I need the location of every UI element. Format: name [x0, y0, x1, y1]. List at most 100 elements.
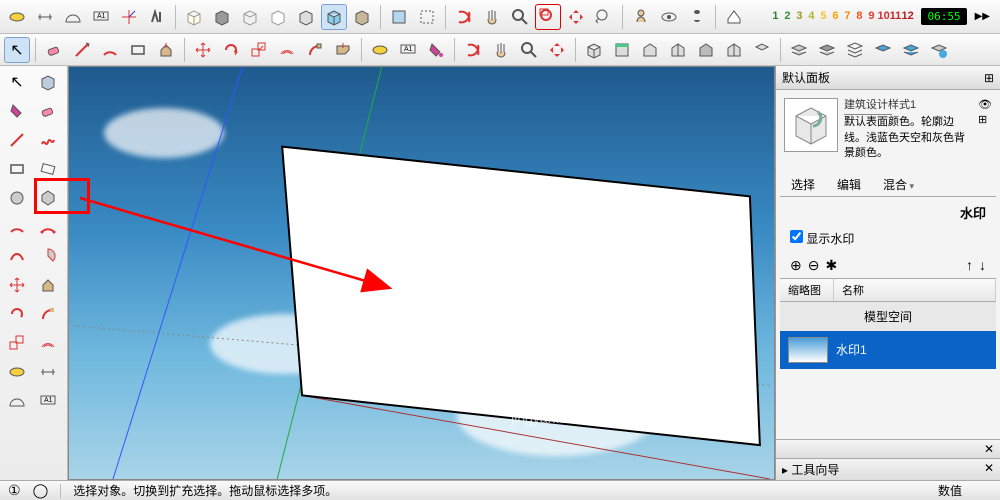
tool-rect-lt[interactable]	[2, 155, 32, 183]
tool-scale-tb[interactable]	[246, 37, 272, 63]
tool-move-tb[interactable]	[190, 37, 216, 63]
tool-box-5[interactable]	[293, 4, 319, 30]
user-icon[interactable]: ◯	[33, 482, 49, 499]
tab-edit[interactable]: 编辑	[826, 172, 872, 196]
tool-axes[interactable]	[116, 4, 142, 30]
tool-dim-lt[interactable]	[33, 358, 63, 386]
tool-zoom-main[interactable]	[507, 4, 533, 30]
tool-offset-lt[interactable]	[33, 329, 63, 357]
col-thumbnail[interactable]: 缩略图	[780, 279, 834, 301]
tool-eraser-sm[interactable]	[41, 37, 67, 63]
list-row-watermark1[interactable]: 水印1	[780, 331, 996, 369]
tool-xray[interactable]	[386, 4, 412, 30]
tool-circle-lt[interactable]	[2, 184, 32, 212]
tool-rotate-lt[interactable]	[2, 300, 32, 328]
tool-3ptarc[interactable]	[2, 242, 32, 270]
view-top[interactable]	[609, 37, 635, 63]
tool-walk[interactable]	[684, 4, 710, 30]
add-watermark-icon[interactable]: ⊕	[790, 257, 802, 274]
view-iso[interactable]	[581, 37, 607, 63]
style-thumbnail[interactable]	[784, 98, 838, 152]
tool-3dtext[interactable]	[144, 4, 170, 30]
tool-move-lt[interactable]	[2, 271, 32, 299]
tool-pushpull-lt[interactable]	[33, 271, 63, 299]
close-icon[interactable]: ✕	[984, 461, 994, 478]
tool-section[interactable]	[721, 4, 747, 30]
tool-box-shaded[interactable]	[321, 4, 347, 30]
tool-scale-lt[interactable]	[2, 329, 32, 357]
settings-watermark-icon[interactable]: ✱	[825, 257, 837, 274]
list-row-model-space[interactable]: 模型空间	[780, 302, 996, 331]
layer-2[interactable]	[814, 37, 840, 63]
style-new-icon[interactable]: ⊞	[978, 113, 992, 126]
view-right[interactable]	[665, 37, 691, 63]
remove-watermark-icon[interactable]: ⊖	[808, 257, 820, 274]
tool-box-2[interactable]	[209, 4, 235, 30]
view-back[interactable]	[693, 37, 719, 63]
tool-select-lt[interactable]	[2, 68, 32, 96]
panel-collapse-toolguide[interactable]: ▸ 工具向导 ✕	[776, 458, 1000, 480]
layer-3[interactable]	[842, 37, 868, 63]
tool-box-4[interactable]	[265, 4, 291, 30]
tool-tape[interactable]	[4, 4, 30, 30]
layer-4[interactable]	[870, 37, 896, 63]
tool-offset-tb[interactable]	[274, 37, 300, 63]
tool-arc-tb[interactable]	[97, 37, 123, 63]
layer-5[interactable]	[898, 37, 924, 63]
tool-look-around[interactable]	[656, 4, 682, 30]
tool-pushpull-tb[interactable]	[153, 37, 179, 63]
tool-pan-main[interactable]	[479, 4, 505, 30]
tool-text[interactable]: A1	[88, 4, 114, 30]
tool-zoom-extents[interactable]	[563, 4, 589, 30]
view-front[interactable]	[637, 37, 663, 63]
tool-dimension[interactable]	[32, 4, 58, 30]
tool-backedges[interactable]	[414, 4, 440, 30]
tool-followme2[interactable]	[330, 37, 356, 63]
tool-previous[interactable]	[591, 4, 617, 30]
tool-box-7[interactable]	[349, 4, 375, 30]
panel-pin-icon[interactable]: ⊞	[984, 71, 994, 85]
tool-paint-lt[interactable]	[2, 97, 32, 125]
tool-rect-tb[interactable]	[125, 37, 151, 63]
col-name[interactable]: 名称	[834, 279, 996, 301]
tool-position-camera[interactable]	[628, 4, 654, 30]
view-left[interactable]	[721, 37, 747, 63]
tool-protractor[interactable]	[60, 4, 86, 30]
tool-line[interactable]	[69, 37, 95, 63]
move-up-icon[interactable]: ↑	[966, 257, 973, 273]
step-icon[interactable]: ▶▶	[975, 11, 990, 22]
tool-orbit-tb[interactable]	[460, 37, 486, 63]
tool-zoom-tb[interactable]	[516, 37, 542, 63]
show-watermark-checkbox[interactable]: 显示水印	[790, 232, 854, 246]
tool-tape-lt[interactable]	[2, 358, 32, 386]
tool-text-lt[interactable]: A1	[33, 387, 63, 415]
help-icon[interactable]: ①	[8, 482, 21, 499]
tool-freehand[interactable]	[33, 126, 63, 154]
tool-zoom-window[interactable]	[535, 4, 561, 30]
tool-followme-tb[interactable]	[302, 37, 328, 63]
style-browse-icon[interactable]: 👁	[978, 98, 992, 111]
tool-text-tb[interactable]: A1	[395, 37, 421, 63]
tab-blend[interactable]: 混合	[872, 172, 925, 196]
scene-numbers[interactable]: 123456789101112	[769, 10, 913, 22]
tool-pie[interactable]	[33, 242, 63, 270]
tool-component[interactable]	[33, 68, 63, 96]
close-icon[interactable]: ✕	[984, 442, 994, 456]
layer-6[interactable]	[926, 37, 952, 63]
tool-2ptarc[interactable]	[33, 213, 63, 241]
move-down-icon[interactable]: ↓	[979, 257, 986, 273]
layer-1[interactable]	[786, 37, 812, 63]
tool-orbit-main[interactable]	[451, 4, 477, 30]
panel-collapse-1[interactable]: x✕	[776, 439, 1000, 458]
tool-line-lt[interactable]	[2, 126, 32, 154]
tool-tape-tb[interactable]	[367, 37, 393, 63]
view-bottom[interactable]	[749, 37, 775, 63]
tool-box-3[interactable]	[237, 4, 263, 30]
tool-pan-tb[interactable]	[488, 37, 514, 63]
tool-zoomext-tb[interactable]	[544, 37, 570, 63]
tool-paint-tb[interactable]	[423, 37, 449, 63]
tool-protractor-lt[interactable]	[2, 387, 32, 415]
tool-eraser-lt[interactable]	[33, 97, 63, 125]
tool-follow-lt[interactable]	[33, 300, 63, 328]
tool-arc-lt[interactable]	[2, 213, 32, 241]
